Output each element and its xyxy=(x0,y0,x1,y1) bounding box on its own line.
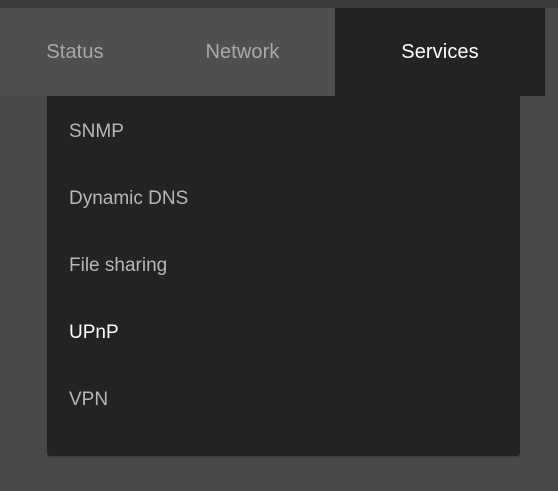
menu-item-vpn[interactable]: VPN xyxy=(47,366,520,433)
menu-item-label: SNMP xyxy=(69,120,124,142)
tab-bar-spacer xyxy=(545,8,558,96)
tab-network[interactable]: Network xyxy=(150,8,335,96)
menu-item-label: File sharing xyxy=(69,254,168,276)
tab-services[interactable]: Services xyxy=(335,8,545,96)
menu-item-label: Dynamic DNS xyxy=(69,187,189,209)
tab-status-label: Status xyxy=(46,40,104,63)
menu-item-upnp[interactable]: UPnP xyxy=(47,299,520,366)
menu-item-label: UPnP xyxy=(69,321,119,343)
tab-bar: Status Network Services xyxy=(0,8,558,96)
tab-status[interactable]: Status xyxy=(0,8,150,96)
menu-item-file-sharing[interactable]: File sharing xyxy=(47,232,520,299)
top-strip xyxy=(0,0,558,8)
menu-item-label: VPN xyxy=(69,388,109,410)
services-dropdown-menu: SNMP Dynamic DNS File sharing UPnP VPN xyxy=(47,96,520,456)
menu-item-snmp[interactable]: SNMP xyxy=(47,98,520,165)
tab-network-label: Network xyxy=(205,40,280,63)
menu-item-dynamic-dns[interactable]: Dynamic DNS xyxy=(47,165,520,232)
tab-services-label: Services xyxy=(401,40,479,63)
